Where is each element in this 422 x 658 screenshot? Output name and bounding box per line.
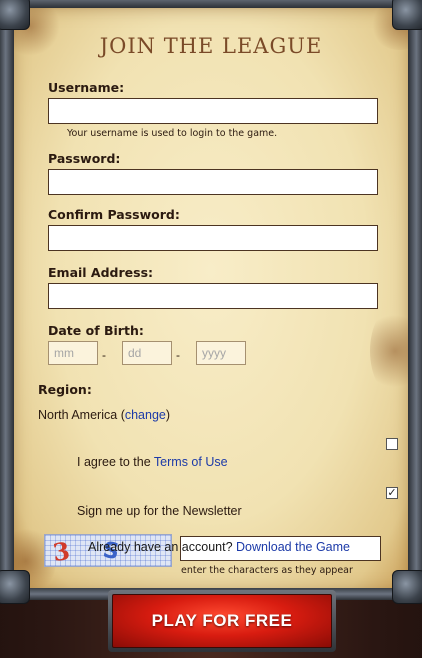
download-game-link[interactable]: Download the Game <box>236 540 350 554</box>
confirm-password-input[interactable] <box>48 225 378 251</box>
confirm-password-label: Confirm Password: <box>48 207 180 222</box>
dob-label: Date of Birth: <box>48 323 144 338</box>
page-title: JOIN THE LEAGUE <box>99 34 323 58</box>
region-label: Region: <box>38 382 92 397</box>
newsletter-text: Sign me up for the Newsletter <box>77 504 242 518</box>
password-label: Password: <box>48 151 121 166</box>
frame-corner <box>0 0 30 30</box>
dob-separator: - <box>176 348 180 362</box>
username-label: Username: <box>48 80 125 95</box>
password-input[interactable] <box>48 169 378 195</box>
newsletter-checkbox[interactable]: ✓ <box>386 487 398 499</box>
terms-text: I agree to the <box>77 455 151 469</box>
region-value: North America <box>38 408 118 422</box>
terms-of-use-link[interactable]: Terms of Use <box>154 455 228 469</box>
frame-left <box>0 0 14 600</box>
email-input[interactable] <box>48 283 378 309</box>
frame-top <box>0 0 422 8</box>
terms-line: I agree to the Terms of Use <box>77 455 228 469</box>
captcha-hint: enter the characters as they appear <box>181 565 353 576</box>
dob-day-input[interactable] <box>122 341 172 365</box>
dob-month-input[interactable] <box>48 341 98 365</box>
username-hint: Your username is used to login to the ga… <box>67 128 278 139</box>
already-account-line: Already have an account? Download the Ga… <box>88 540 350 554</box>
play-for-free-button[interactable]: PLAY FOR FREE <box>112 594 332 648</box>
region-close-paren: ) <box>165 408 171 422</box>
region-change-link[interactable]: change <box>125 408 166 422</box>
captcha-glyph: 3 <box>51 535 72 567</box>
frame-corner <box>392 570 422 604</box>
already-account-text: Already have an account? <box>88 540 233 554</box>
frame-right <box>408 0 422 600</box>
frame-corner <box>0 570 30 604</box>
region-line: North America (change) <box>38 408 170 422</box>
play-button-frame: PLAY FOR FREE <box>108 590 336 652</box>
dob-year-input[interactable] <box>196 341 246 365</box>
dob-separator: - <box>102 348 106 362</box>
frame-corner <box>392 0 422 30</box>
terms-checkbox[interactable] <box>386 438 398 450</box>
username-input[interactable] <box>48 98 378 124</box>
email-label: Email Address: <box>48 265 154 280</box>
